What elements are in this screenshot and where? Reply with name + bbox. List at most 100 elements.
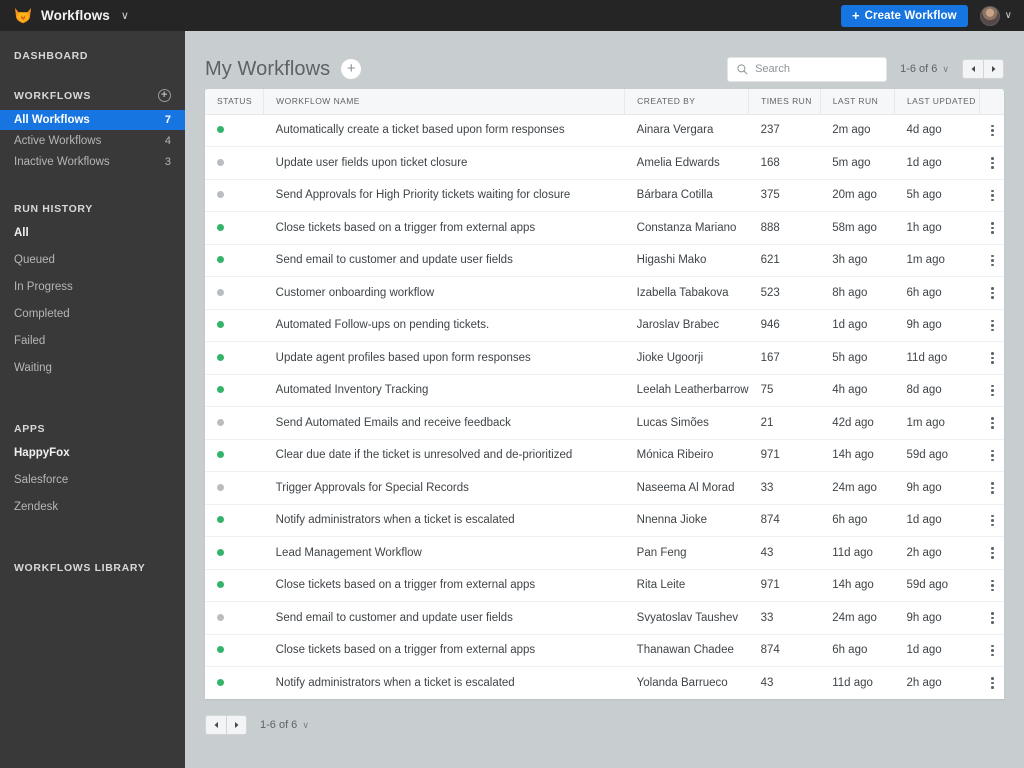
row-menu-icon[interactable] [991, 514, 1004, 526]
cell-workflow-name[interactable]: Automated Inventory Tracking [263, 374, 625, 407]
cell-last-run: 11d ago [832, 677, 873, 689]
cell-workflow-name[interactable]: Lead Management Workflow [263, 536, 625, 570]
table-row[interactable]: Notify administrators when a ticket is e… [205, 667, 1004, 700]
table-row[interactable]: Automated Follow-ups on pending tickets.… [205, 309, 1004, 342]
table-row[interactable]: Customer onboarding workflow Izabella Tab… [205, 276, 1004, 310]
status-dot-inactive [217, 483, 224, 491]
cell-workflow-name[interactable]: Clear due date if the ticket is unresolv… [263, 439, 625, 472]
column-header-status[interactable]: STATUS [205, 89, 265, 115]
cell-workflow-name[interactable]: Customer onboarding workflow [263, 276, 625, 310]
sidebar-section-workflows-library[interactable]: WORKFLOWS LIBRARY [0, 562, 185, 574]
cell-workflow-name[interactable]: Send email to customer and update user f… [263, 244, 625, 277]
add-workflow-button[interactable]: + [341, 59, 362, 79]
pagination-prev-button-bottom[interactable] [205, 715, 226, 735]
sidebar-item-all-workflows[interactable]: All Workflows 7 [0, 110, 185, 130]
row-menu-icon[interactable] [991, 482, 1004, 494]
pagination-next-button[interactable] [983, 59, 1004, 79]
sidebar-item-salesforce[interactable]: Salesforce [0, 470, 185, 490]
sidebar-item-in-progress[interactable]: In Progress [0, 277, 185, 297]
column-header-created-by[interactable]: CREATED BY [624, 89, 750, 115]
table-row[interactable]: Trigger Approvals for Special Records Nas… [205, 471, 1004, 505]
cell-last-run: 20m ago [820, 179, 895, 212]
cell-workflow-name[interactable]: Update user fields upon ticket closure [263, 146, 625, 180]
column-header-last-updated[interactable]: LAST UPDATED [894, 89, 980, 115]
sidebar-item-inactive-workflows[interactable]: Inactive Workflows 3 [0, 152, 185, 172]
table-row[interactable]: Close tickets based on a trigger from ex… [205, 634, 1004, 667]
column-header-times-run[interactable]: TIMES RUN [748, 89, 821, 115]
table-row[interactable]: Send email to customer and update user f… [205, 244, 1004, 277]
row-menu-icon[interactable] [991, 644, 1004, 656]
cell-workflow-name[interactable]: Automatically create a ticket based upon… [263, 114, 625, 147]
row-menu-icon[interactable] [991, 677, 1004, 689]
row-menu-icon[interactable] [991, 124, 1004, 136]
sidebar-item-all[interactable]: All [0, 223, 185, 243]
search-box[interactable] [727, 56, 888, 82]
cell-workflow-name[interactable]: Send Approvals for High Priority tickets… [263, 179, 625, 212]
table-row[interactable]: Lead Management Workflow Pan Feng 43 11d ag… [205, 536, 1004, 570]
table-row[interactable]: Send Approvals for High Priority tickets… [205, 179, 1004, 212]
column-header-workflow-name[interactable]: WORKFLOW NAME [263, 89, 626, 115]
sidebar-item-queued[interactable]: Queued [0, 250, 185, 270]
table-row[interactable]: Automatically create a ticket based upon… [205, 114, 1004, 147]
cell-workflow-name[interactable]: Trigger Approvals for Special Records [263, 471, 625, 505]
add-workflow-icon[interactable]: + [158, 89, 171, 102]
cell-workflow-name[interactable]: Close tickets based on a trigger from ex… [263, 569, 625, 602]
table-row[interactable]: Send Automated Emails and receive feedba… [205, 406, 1004, 440]
cell-last-run: 11d ago [820, 536, 895, 570]
page-header-right: 1-6 of 6 ∨ [727, 56, 1004, 82]
search-input[interactable] [755, 63, 878, 75]
sidebar-item-waiting[interactable]: Waiting [0, 358, 185, 378]
pagination-range-top[interactable]: 1-6 of 6 ∨ [900, 63, 949, 75]
table-row[interactable]: Update user fields upon ticket closure Am… [205, 146, 1004, 180]
pagination-next-button-bottom[interactable] [226, 715, 247, 735]
cell-workflow-name[interactable]: Close tickets based on a trigger from ex… [263, 211, 625, 245]
pagination-range-bottom[interactable]: 1-6 of 6 ∨ [260, 719, 309, 731]
sidebar-section-dashboard[interactable]: DASHBOARD [0, 50, 185, 62]
sidebar-section-workflows: WORKFLOWS + [0, 89, 185, 102]
table-row[interactable]: Update agent profiles based upon form re… [205, 341, 1004, 375]
row-menu-icon[interactable] [991, 579, 1004, 591]
row-menu-icon[interactable] [991, 222, 1004, 234]
row-menu-icon[interactable] [991, 157, 1004, 169]
cell-times-run: 971 [748, 569, 821, 602]
row-menu-icon[interactable] [991, 189, 1004, 201]
row-menu-icon[interactable] [991, 547, 1004, 559]
table-row[interactable]: Automated Inventory Tracking Leelah Leath… [205, 374, 1004, 407]
table-row[interactable]: Close tickets based on a trigger from ex… [205, 569, 1004, 602]
cell-workflow-name[interactable]: Automated Follow-ups on pending tickets. [263, 309, 625, 342]
table-row[interactable]: Notify administrators when a ticket is e… [205, 504, 1004, 537]
sidebar-item-label: Waiting [14, 362, 52, 374]
row-menu-icon[interactable] [991, 417, 1004, 429]
sidebar-item-failed[interactable]: Failed [0, 331, 185, 351]
user-menu[interactable]: ∨ [979, 5, 1012, 26]
create-workflow-button[interactable]: + Create Workflow [840, 4, 968, 27]
cell-last-run: 24m ago [820, 601, 895, 635]
table-row[interactable]: Send email to customer and update user f… [205, 601, 1004, 635]
cell-workflow-name[interactable]: Notify administrators when a ticket is e… [263, 504, 625, 537]
brand[interactable]: Workflows ∨ [0, 7, 129, 24]
column-header-last-run[interactable]: LAST RUN [820, 89, 896, 115]
sidebar-item-zendesk[interactable]: Zendesk [0, 497, 185, 517]
row-menu-icon[interactable] [991, 287, 1004, 299]
table-row[interactable]: Close tickets based on a trigger from ex… [205, 211, 1004, 245]
cell-workflow-name[interactable]: Close tickets based on a trigger from ex… [263, 634, 625, 667]
pagination-prev-button[interactable] [962, 59, 983, 79]
table-row[interactable]: Clear due date if the ticket is unresolv… [205, 439, 1004, 472]
row-menu-icon[interactable] [991, 612, 1004, 624]
cell-workflow-name[interactable]: Send email to customer and update user f… [263, 601, 625, 635]
cell-last-updated: 4d ago [894, 114, 980, 147]
sidebar-item-completed[interactable]: Completed [0, 304, 185, 324]
sidebar-item-label: Zendesk [14, 501, 59, 513]
sidebar-item-active-workflows[interactable]: Active Workflows 4 [0, 131, 185, 151]
row-menu-icon[interactable] [991, 384, 1004, 396]
row-menu-icon[interactable] [991, 449, 1004, 461]
cell-workflow-name[interactable]: Update agent profiles based upon form re… [263, 341, 625, 375]
row-menu-icon[interactable] [991, 254, 1004, 266]
row-menu-icon[interactable] [991, 352, 1004, 364]
chevron-down-icon[interactable]: ∨ [121, 9, 129, 22]
row-menu-icon[interactable] [991, 319, 1004, 331]
cell-workflow-name[interactable]: Notify administrators when a ticket is e… [264, 667, 625, 700]
status-dot-active [217, 386, 224, 394]
cell-workflow-name[interactable]: Send Automated Emails and receive feedba… [263, 406, 625, 440]
sidebar-item-happyfox[interactable]: HappyFox [0, 443, 185, 463]
